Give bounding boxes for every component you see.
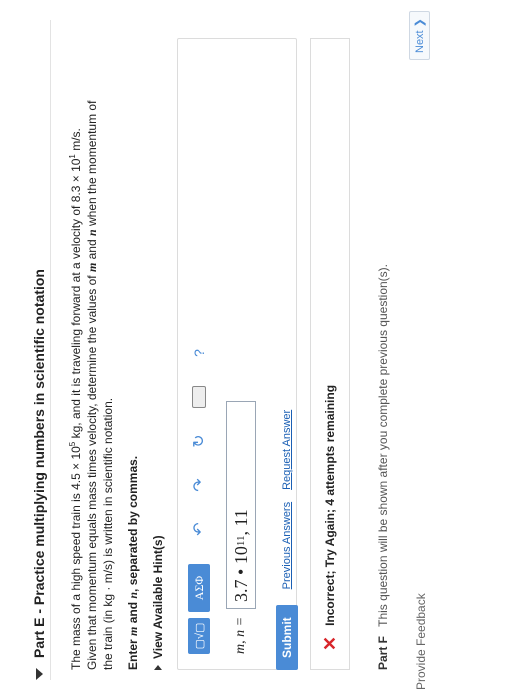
undo-icon[interactable]: ↶ xyxy=(188,514,210,544)
incorrect-x-icon: ✕ xyxy=(319,635,340,651)
request-answer-link[interactable]: Request Answer xyxy=(281,410,293,490)
page: Part E - Practice multiplying numbers in… xyxy=(0,0,525,700)
submit-button[interactable]: Submit xyxy=(276,605,298,670)
redo-icon[interactable]: ↷ xyxy=(188,470,210,500)
entry-label: m, n = xyxy=(233,616,248,654)
enter-instruction: Enter m and n, separated by commas. xyxy=(126,455,140,670)
expand-triangle-icon xyxy=(154,665,162,670)
feedback-box: ✕ Incorrect; Try Again; 4 attempts remai… xyxy=(310,38,350,670)
part-title: Part E - Practice multiplying numbers in… xyxy=(31,269,47,658)
reset-icon[interactable]: ↻ xyxy=(188,426,210,456)
provide-feedback-link[interactable]: Provide Feedback xyxy=(414,593,428,700)
help-icon[interactable]: ? xyxy=(188,338,210,368)
part-f-row: Part F This question will be shown after… xyxy=(376,264,390,670)
action-row: Submit Previous Answers Request Answer xyxy=(276,398,298,670)
problem-statement: The mass of a high speed train is 4.5 × … xyxy=(68,100,115,670)
next-button[interactable]: Next ❯ xyxy=(409,11,430,60)
greek-symbols-button[interactable]: ΑΣΦ xyxy=(188,564,210,612)
part-e-section: Part E - Practice multiplying numbers in… xyxy=(28,20,358,680)
feedback-text: Incorrect; Try Again; 4 attempts remaini… xyxy=(323,384,337,626)
part-f-text: This question will be shown after you co… xyxy=(376,264,390,627)
template-button[interactable]: ▢√▢ xyxy=(188,618,210,654)
collapse-caret-icon[interactable] xyxy=(35,668,43,680)
math-toolbar: ▢√▢ ΑΣΦ ↶ ↷ ↻ ? xyxy=(188,338,210,654)
keyboard-icon[interactable] xyxy=(188,382,210,412)
answer-input[interactable]: 3.7 • 10 11 , 11 xyxy=(226,400,256,609)
entry-row: m, n = 3.7 • 10 11 , 11 xyxy=(226,400,256,654)
part-f-label: Part F xyxy=(376,635,390,670)
part-e-header[interactable]: Part E - Practice multiplying numbers in… xyxy=(28,20,51,680)
previous-answers-link[interactable]: Previous Answers xyxy=(281,502,293,589)
view-hints-toggle[interactable]: View Available Hint(s) xyxy=(151,20,165,670)
